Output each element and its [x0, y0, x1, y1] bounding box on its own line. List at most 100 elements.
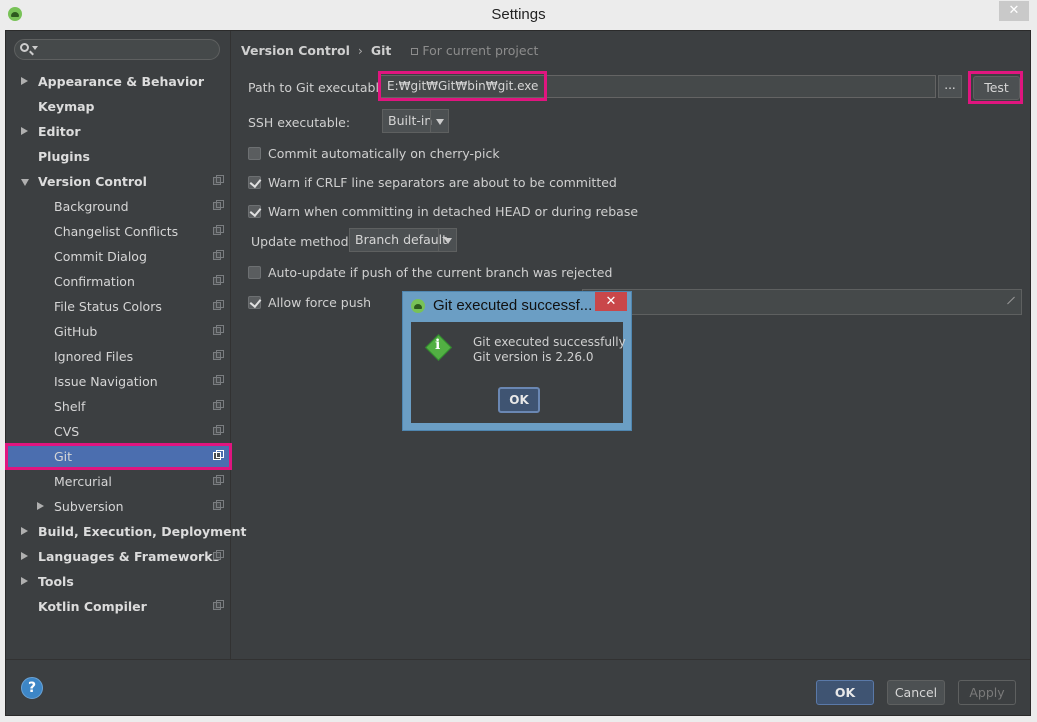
sidebar-item-editor[interactable]: Editor: [6, 119, 231, 144]
breadcrumb-separator: ›: [357, 43, 363, 58]
sidebar-item-label: Editor: [38, 124, 81, 139]
dialog-body: i Git executed successfully Git version …: [411, 322, 626, 423]
sidebar-item-label: Languages & Frameworks: [38, 549, 220, 564]
project-scope-icon: [213, 600, 224, 610]
dialog-message-line2: Git version is 2.26.0: [473, 350, 594, 364]
sidebar-item-confirmation[interactable]: Confirmation: [6, 269, 231, 294]
ssh-select[interactable]: Built-in: [382, 109, 449, 133]
cancel-button[interactable]: Cancel: [887, 680, 945, 705]
git-path-label: Path to Git executable:: [248, 80, 391, 95]
dialog-title: Git executed successf...: [433, 297, 593, 314]
dialog-message-line1: Git executed successfully: [473, 335, 626, 349]
expand-icon[interactable]: [1005, 296, 1015, 306]
project-scope-icon: [213, 500, 224, 510]
sidebar-item-git[interactable]: Git: [5, 443, 232, 470]
browse-button[interactable]: ...: [938, 75, 962, 98]
sidebar-item-issue-navigation[interactable]: Issue Navigation: [6, 369, 231, 394]
project-scope-icon: [213, 275, 224, 285]
chevron-right-icon[interactable]: [21, 127, 28, 135]
info-icon: i: [425, 334, 452, 361]
project-scope-icon: [213, 425, 224, 435]
dialog-titlebar: Git executed successf... ✕: [403, 292, 631, 319]
chevron-right-icon[interactable]: [21, 577, 28, 585]
window-close-button[interactable]: ✕: [999, 1, 1029, 21]
checkbox-label: Commit automatically on cherry-pick: [268, 146, 500, 161]
chevron-down-icon[interactable]: [32, 46, 38, 50]
path-highlight-box: [378, 71, 547, 101]
sidebar-item-ignored-files[interactable]: Ignored Files: [6, 344, 231, 369]
breadcrumb-parent[interactable]: Version Control: [241, 43, 350, 58]
scope-text: For current project: [422, 43, 539, 58]
chevron-right-icon[interactable]: [21, 77, 28, 85]
checkbox-box[interactable]: [248, 205, 261, 218]
scope-label: For current project: [411, 43, 538, 58]
sidebar-item-label: Keymap: [38, 99, 95, 114]
sidebar-item-subversion[interactable]: Subversion: [6, 494, 231, 519]
project-scope-icon: [213, 250, 224, 260]
sidebar-item-keymap[interactable]: Keymap: [6, 94, 231, 119]
sidebar-item-label: Appearance & Behavior: [38, 74, 204, 89]
chevron-right-icon[interactable]: [37, 502, 44, 510]
checkbox-box[interactable]: [248, 147, 261, 160]
update-method-label: Update method:: [251, 234, 353, 249]
sidebar-item-changelist-conflicts[interactable]: Changelist Conflicts: [6, 219, 231, 244]
sidebar-item-file-status-colors[interactable]: File Status Colors: [6, 294, 231, 319]
checkbox-label: Auto-update if push of the current branc…: [268, 265, 613, 280]
sidebar-item-label: Subversion: [54, 499, 124, 514]
sidebar-item-label: Mercurial: [54, 474, 112, 489]
dialog-footer: OK Cancel Apply: [6, 659, 1030, 715]
sidebar-item-build-execution-deployment[interactable]: Build, Execution, Deployment: [6, 519, 246, 544]
checkbox-box[interactable]: [248, 296, 261, 309]
apply-button[interactable]: Apply: [958, 680, 1016, 705]
dropdown-arrow-icon: [438, 229, 456, 251]
chevron-right-icon[interactable]: [21, 552, 28, 560]
sidebar-item-label: Ignored Files: [54, 349, 134, 364]
test-highlight-box: [968, 71, 1023, 104]
sidebar-item-label: GitHub: [54, 324, 98, 339]
ok-button[interactable]: OK: [816, 680, 874, 705]
update-method-select[interactable]: Branch default: [349, 228, 457, 252]
ssh-label: SSH executable:: [248, 115, 351, 130]
git-success-dialog: Git executed successf... ✕ i Git execute…: [402, 291, 632, 431]
checkbox-box[interactable]: [248, 266, 261, 279]
sidebar-item-label: Commit Dialog: [54, 249, 147, 264]
sidebar-item-plugins[interactable]: Plugins: [6, 144, 231, 169]
sidebar-item-github[interactable]: GitHub: [6, 319, 231, 344]
checkbox-box[interactable]: [248, 176, 261, 189]
project-icon: [411, 48, 419, 55]
dialog-ok-button[interactable]: OK: [498, 387, 540, 413]
chevron-right-icon[interactable]: [21, 527, 28, 535]
chevron-down-icon[interactable]: [21, 179, 29, 186]
sidebar-item-mercurial[interactable]: Mercurial: [6, 469, 231, 494]
protected-branches-field[interactable]: [582, 289, 1022, 315]
window-title: Settings: [491, 6, 546, 23]
sidebar-item-cvs[interactable]: CVS: [6, 419, 231, 444]
sidebar-item-shelf[interactable]: Shelf: [6, 394, 231, 419]
project-scope-icon: [213, 550, 224, 560]
project-scope-icon: [213, 175, 224, 185]
sidebar-item-label: Changelist Conflicts: [54, 224, 179, 239]
sidebar-item-commit-dialog[interactable]: Commit Dialog: [6, 244, 231, 269]
sidebar-item-version-control[interactable]: Version Control: [6, 169, 231, 194]
project-scope-icon: [213, 375, 224, 385]
settings-tree: Appearance & Behavior Keymap Editor Plugins…: [5, 69, 246, 619]
dialog-close-button[interactable]: ✕: [595, 292, 627, 311]
sidebar-item-label: Git: [54, 449, 73, 464]
search-icon: [20, 43, 29, 52]
sidebar-item-label: Plugins: [38, 149, 90, 164]
sidebar-item-label: Shelf: [54, 399, 86, 414]
sidebar-item-appearance-behavior[interactable]: Appearance & Behavior: [6, 69, 231, 94]
checkbox-label: Warn if CRLF line separators are about t…: [268, 175, 617, 190]
breadcrumb-current: Git: [370, 43, 392, 58]
sidebar-item-background[interactable]: Background: [6, 194, 231, 219]
project-scope-icon: [213, 400, 224, 410]
sidebar-item-languages-frameworks[interactable]: Languages & Frameworks: [6, 544, 231, 569]
project-scope-icon: [213, 300, 224, 310]
ssh-select-value: Built-in: [388, 113, 433, 128]
sidebar-item-kotlin-compiler[interactable]: Kotlin Compiler: [6, 594, 231, 619]
android-studio-icon: [411, 299, 425, 313]
help-icon[interactable]: ?: [21, 677, 43, 699]
search-input[interactable]: [14, 39, 220, 60]
sidebar-item-tools[interactable]: Tools: [6, 569, 231, 594]
dropdown-arrow-icon: [430, 110, 448, 132]
